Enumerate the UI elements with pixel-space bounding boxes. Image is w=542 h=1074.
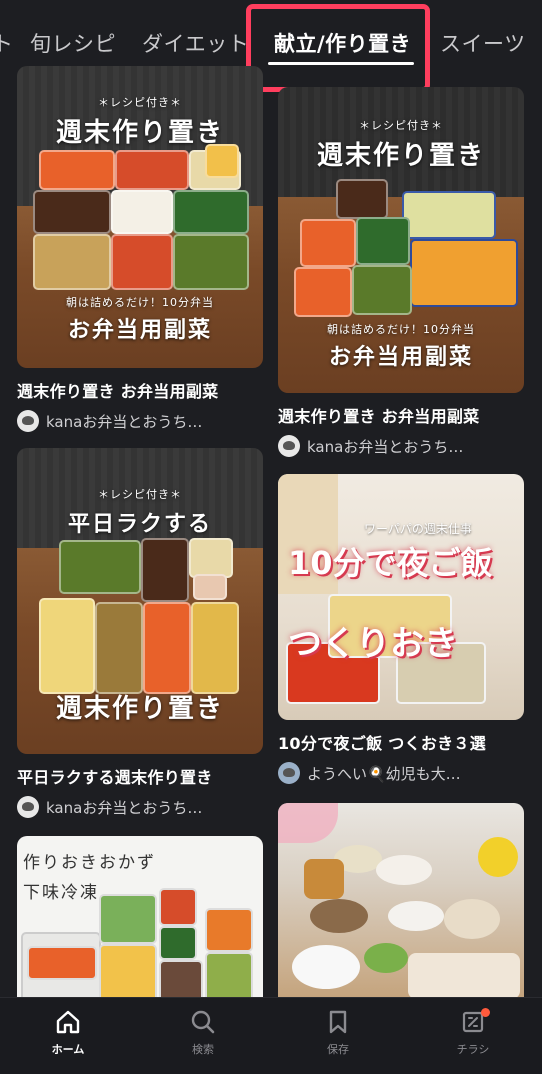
bottom-navigation: ホーム 検索 保存 チラシ <box>0 997 542 1074</box>
nav-search[interactable]: 検索 <box>163 1008 243 1057</box>
nav-label: 保存 <box>327 1043 349 1056</box>
nav-saved[interactable]: 保存 <box>298 1008 378 1057</box>
nav-label: 検索 <box>192 1043 214 1056</box>
recipe-image[interactable]: ＊レシピ付き＊ 平日ラクする 週末作り置き <box>17 448 263 754</box>
author-name: kanaお弁当とおうち… <box>46 798 203 817</box>
image-headline: 週末作り置き <box>316 141 485 171</box>
nav-label: ホーム <box>51 1043 85 1056</box>
recipe-card[interactable]: 作りおきおかず 下味冷凍 <box>17 836 263 1006</box>
recipe-author[interactable]: kanaお弁当とおうち… <box>17 410 263 432</box>
nav-home[interactable]: ホーム <box>28 1008 108 1057</box>
avatar <box>278 762 300 784</box>
recipe-card[interactable] <box>278 803 524 1003</box>
search-icon <box>163 1008 243 1036</box>
nav-flyers[interactable]: チラシ <box>433 1008 513 1057</box>
recipe-author[interactable]: kanaお弁当とおうち… <box>278 435 524 457</box>
recipe-image[interactable]: ＊レシピ付き＊ 週末作り置き 朝は詰めるだけ！10分弁当 お弁当用副菜 <box>17 66 263 368</box>
recipe-card[interactable]: ＊レシピ付き＊ 週末作り置き 朝は詰めるだけ！10分弁当 お弁当用副菜 週末作り… <box>17 66 263 432</box>
home-icon <box>28 1008 108 1036</box>
image-footer: つくりおき <box>288 624 458 664</box>
recipe-image[interactable]: 作りおきおかず 下味冷凍 <box>17 836 263 1006</box>
recipe-image[interactable]: ワーパパの週末仕事 10分で夜ご飯 つくりおき <box>278 474 524 720</box>
image-headline: 平日ラクする <box>67 511 212 537</box>
flyer-icon <box>433 1008 513 1036</box>
image-caption-small: ＊レシピ付き＊ <box>98 96 182 109</box>
avatar <box>278 435 300 457</box>
image-headline: 10分で夜ご飯 <box>288 544 493 582</box>
recipe-image[interactable]: ＊レシピ付き＊ 週末作り置き 朝は詰めるだけ！10分弁当 お弁当用副菜 <box>278 87 524 393</box>
tab-seasonal-recipes[interactable]: 旬レシピ <box>30 28 116 58</box>
image-caption-small: ＊レシピ付き＊ <box>98 488 182 501</box>
author-name: kanaお弁当とおうち… <box>46 412 203 431</box>
image-caption-small: ワーパパの週末仕事 <box>364 522 472 536</box>
author-name: kanaお弁当とおうち… <box>307 437 464 456</box>
recipe-author[interactable]: kanaお弁当とおうち… <box>17 796 263 818</box>
image-caption-small: ＊レシピ付き＊ <box>359 119 443 132</box>
avatar <box>17 410 39 432</box>
image-footer: 週末作り置き <box>55 694 224 724</box>
author-name: ようへい🍳幼児も大… <box>307 764 461 783</box>
nav-label: チラシ <box>456 1043 490 1056</box>
recipe-title[interactable]: 10分で夜ご飯 つくおき３選 <box>278 730 524 754</box>
tab-sweets[interactable]: スイーツ <box>440 28 526 58</box>
tab-diet[interactable]: ダイエット <box>142 28 249 58</box>
image-note: 朝は詰めるだけ！10分弁当 <box>66 296 214 309</box>
bookmark-icon <box>298 1008 378 1036</box>
image-note: 朝は詰めるだけ！10分弁当 <box>327 323 475 336</box>
recipe-card[interactable]: ワーパパの週末仕事 10分で夜ご飯 つくりおき 10分で夜ご飯 つくおき３選 よ… <box>278 474 524 784</box>
avatar <box>17 796 39 818</box>
recipe-image[interactable] <box>278 803 524 1003</box>
recipe-title[interactable]: 平日ラクする週末作り置き <box>17 764 263 788</box>
image-footer: お弁当用副菜 <box>328 344 473 370</box>
recipe-card[interactable]: ＊レシピ付き＊ 平日ラクする 週末作り置き 平日ラクする週末作り置き kanaお… <box>17 448 263 818</box>
notification-badge <box>481 1008 490 1017</box>
tab-partial[interactable]: ト <box>0 28 14 58</box>
image-footer: お弁当用副菜 <box>67 317 212 343</box>
tab-highlight-box <box>246 4 430 92</box>
image-subheadline: 下味冷凍 <box>23 883 99 903</box>
recipe-title[interactable]: 週末作り置き お弁当用副菜 <box>278 403 524 427</box>
recipe-title[interactable]: 週末作り置き お弁当用副菜 <box>17 378 263 402</box>
image-headline: 作りおきおかず <box>23 853 156 873</box>
recipe-card[interactable]: ＊レシピ付き＊ 週末作り置き 朝は詰めるだけ！10分弁当 お弁当用副菜 週末作り… <box>278 87 524 457</box>
recipe-author[interactable]: ようへい🍳幼児も大… <box>278 762 524 784</box>
